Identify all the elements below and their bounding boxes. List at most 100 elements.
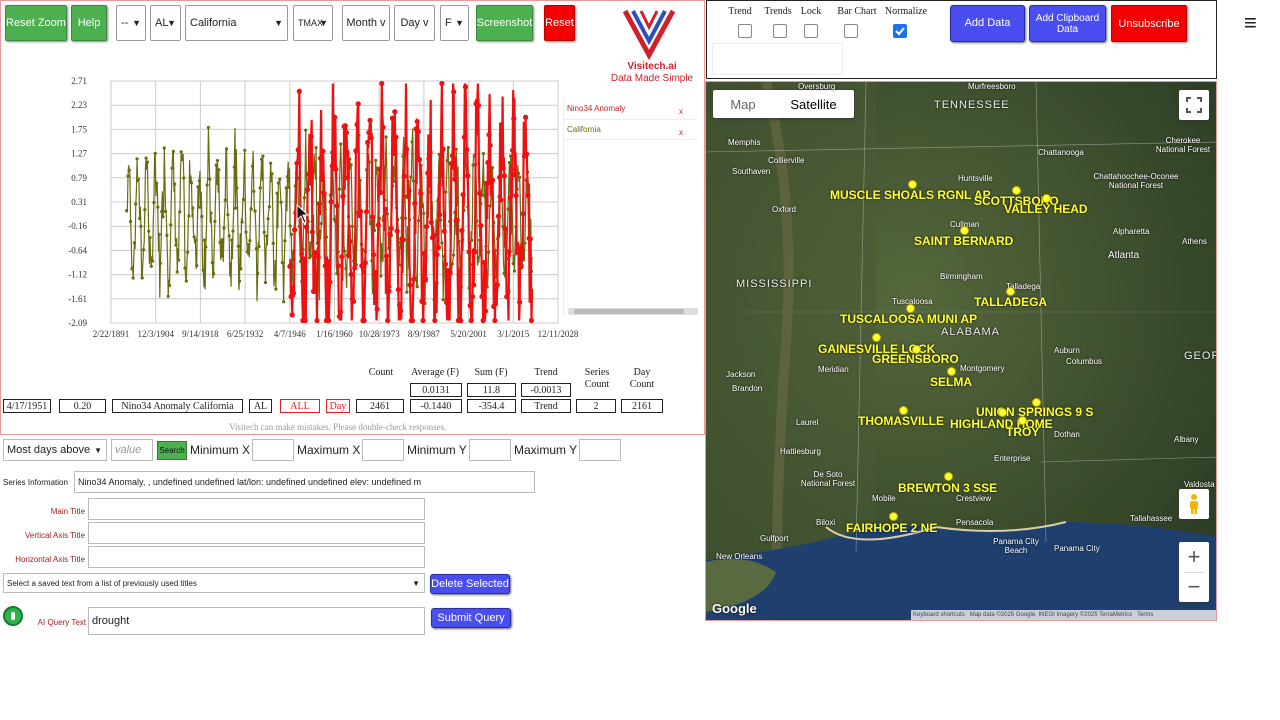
day-button[interactable]: Day v (394, 5, 435, 41)
station-label[interactable]: BREWTON 3 SSE (898, 481, 997, 495)
trends-checkbox[interactable] (773, 24, 787, 38)
series-info-field[interactable]: Nino34 Anomaly, , undefined undefined la… (74, 471, 535, 493)
station-label[interactable]: SELMA (930, 375, 972, 389)
unsubscribe-button[interactable]: Unsubscribe (1111, 5, 1187, 42)
station-label[interactable]: SAINT BERNARD (914, 234, 1013, 248)
hamburger-menu-icon[interactable]: ≡ (1244, 10, 1257, 36)
zoom-out-button[interactable]: − (1179, 572, 1209, 602)
bar-chart-checkbox[interactable] (844, 24, 858, 38)
data-point (266, 217, 270, 221)
data-point (505, 288, 511, 295)
zoom-in-button[interactable]: + (1179, 542, 1209, 572)
all-button[interactable]: ALL (280, 399, 320, 413)
city-label: Chattanooga (1038, 148, 1084, 157)
help-button[interactable]: Help (71, 5, 107, 41)
station-label[interactable]: TROY (1006, 425, 1039, 439)
station-label[interactable]: THOMASVILLE (858, 414, 944, 428)
data-point (160, 209, 164, 214)
reset-button[interactable]: Reset (544, 5, 575, 41)
data-point (396, 302, 403, 308)
data-point (304, 128, 308, 132)
data-point (248, 239, 252, 243)
search-button[interactable]: Search (157, 441, 187, 460)
data-point (438, 172, 444, 178)
data-point (440, 241, 444, 245)
data-point (270, 172, 274, 176)
map[interactable]: Map Satellite TENNESSEE MISSISSIPPI ALAB… (705, 81, 1217, 621)
data-point (316, 201, 322, 207)
data-point (370, 252, 377, 258)
scrollbar-thumb[interactable] (574, 309, 684, 314)
data-point (161, 215, 165, 219)
delete-selected-button[interactable]: Delete Selected (430, 574, 510, 594)
legend-remove-button[interactable]: x (679, 107, 683, 116)
legend-remove-button[interactable]: x (679, 128, 683, 137)
station-label[interactable]: VALLEY HEAD (1004, 202, 1088, 216)
data-point (211, 272, 216, 276)
unit-select[interactable]: F ▼ (440, 5, 469, 41)
saved-titles-select[interactable]: Select a saved text from a list of previ… (3, 573, 425, 593)
map-footer[interactable]: Keyboard shortcuts Map data ©2025 Google… (911, 610, 1216, 620)
station-marker[interactable] (944, 472, 953, 481)
add-clipboard-data-button[interactable]: Add Clipboard Data (1029, 5, 1106, 42)
station-label[interactable]: FAIRHOPE 2 NE (846, 521, 937, 535)
max-x-input[interactable] (362, 439, 404, 461)
add-data-button[interactable]: Add Data (950, 5, 1025, 42)
max-y-input[interactable] (579, 439, 621, 461)
vertical-axis-input[interactable] (88, 522, 425, 544)
data-point (410, 140, 414, 144)
saved-titles-value: Select a saved text from a list of previ… (7, 578, 197, 588)
trend-checkbox[interactable] (738, 24, 752, 38)
normalize-checkbox[interactable] (893, 24, 907, 38)
station-label[interactable]: TUSCALOOSA MUNI AP (840, 312, 977, 326)
data-point (196, 185, 200, 189)
data-point (365, 139, 371, 145)
min-x-input[interactable] (252, 439, 294, 461)
data-point (349, 163, 353, 167)
data-point (449, 153, 456, 159)
variable-select[interactable]: TMAX ▼ (293, 5, 333, 41)
pegman-icon[interactable] (1179, 489, 1209, 519)
data-point (333, 166, 339, 172)
month-button[interactable]: Month v (342, 5, 390, 41)
data-point (420, 317, 426, 324)
data-point (458, 317, 464, 324)
location-select[interactable]: California ▼ (185, 5, 288, 41)
data-point (335, 263, 341, 269)
lock-checkbox[interactable] (804, 24, 818, 38)
data-point (462, 84, 469, 90)
data-point (292, 227, 298, 233)
station-marker[interactable] (998, 408, 1007, 417)
day-toggle-button[interactable]: Day (326, 399, 350, 413)
value-input[interactable]: value (111, 439, 153, 461)
unnamed-field[interactable] (712, 43, 843, 75)
station-marker[interactable] (1018, 416, 1027, 425)
data-point (418, 190, 424, 197)
data-point (126, 174, 130, 178)
ai-query-input[interactable]: drought (88, 607, 425, 635)
legend-scrollbar[interactable] (568, 308, 698, 315)
station-marker[interactable] (872, 333, 881, 342)
filter-mode-select[interactable]: Most days above ▼ (3, 439, 107, 461)
station-label[interactable]: TALLADEGA (974, 295, 1047, 309)
data-point (445, 159, 449, 163)
state-select[interactable]: AL ▼ (150, 5, 181, 41)
data-point (423, 224, 430, 230)
min-y-input[interactable] (469, 439, 511, 461)
fullscreen-icon[interactable] (1179, 90, 1209, 120)
data-point (125, 209, 129, 213)
horizontal-axis-input[interactable] (88, 546, 425, 568)
dash-select[interactable]: -- ▼ (116, 5, 146, 41)
station-label[interactable]: MUSCLE SHOALS RGNL AP (830, 188, 991, 202)
data-point (303, 224, 310, 230)
map-tab[interactable]: Map (713, 90, 773, 118)
data-point (243, 148, 247, 152)
screenshot-button[interactable]: Screenshot (476, 5, 533, 41)
data-point (486, 132, 492, 138)
station-marker[interactable] (889, 512, 898, 521)
station-label[interactable]: GREENSBORO (872, 352, 959, 366)
reset-zoom-button[interactable]: Reset Zoom (5, 5, 67, 41)
main-title-input[interactable] (88, 498, 425, 520)
submit-query-button[interactable]: Submit Query (431, 608, 511, 628)
satellite-tab[interactable]: Satellite (773, 90, 854, 118)
